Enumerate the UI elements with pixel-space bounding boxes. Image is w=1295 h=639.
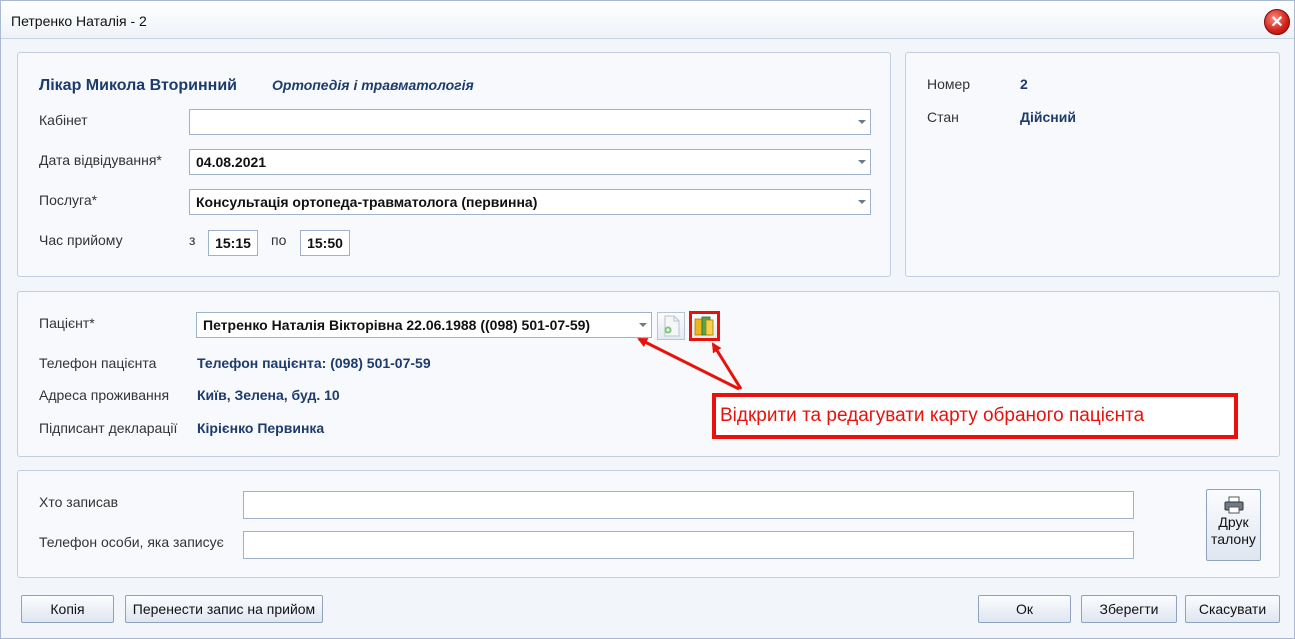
date-value: 04.08.2021: [196, 154, 267, 170]
ok-button[interactable]: Ок: [978, 595, 1071, 623]
time-to-label: по: [271, 232, 287, 248]
copy-button[interactable]: Копія: [21, 595, 114, 623]
window-title: Петренко Наталія - 2: [11, 13, 147, 29]
time-from-input[interactable]: 15:15: [208, 230, 258, 256]
address-value: Київ, Зелена, буд. 10: [197, 387, 340, 403]
patient-phone-label: Телефон пацієнта: [39, 355, 157, 371]
annotation-callout: Відкрити та редагувати карту обраного па…: [712, 393, 1238, 439]
print-ticket-label-2: талону: [1211, 531, 1256, 547]
chevron-down-icon[interactable]: [858, 120, 866, 124]
cancel-button[interactable]: Скасувати: [1185, 595, 1280, 623]
who-recorded-input[interactable]: [243, 491, 1134, 519]
signer-value: Кірієнко Первинка: [197, 420, 325, 436]
cabinet-label: Кабінет: [39, 112, 88, 128]
state-value: Дійсний: [1020, 109, 1076, 125]
save-button[interactable]: Зберегти: [1081, 595, 1177, 623]
doctor-specialty: Ортопедія і травматологія: [272, 77, 474, 93]
patient-card-book-icon: [694, 316, 714, 336]
print-ticket-label-1: Друк: [1218, 514, 1249, 530]
time-to-input[interactable]: 15:50: [300, 230, 350, 256]
chevron-down-icon[interactable]: [639, 323, 647, 327]
open-patient-card-button[interactable]: [689, 311, 720, 341]
date-select[interactable]: 04.08.2021: [189, 149, 871, 175]
recorder-panel: [17, 470, 1280, 578]
number-label: Номер: [927, 76, 971, 92]
print-ticket-button[interactable]: Друк талону: [1206, 489, 1261, 561]
appointment-window: Петренко Наталія - 2 ✕ Лікар Микола Втор…: [0, 0, 1295, 639]
who-recorded-label: Хто записав: [39, 494, 119, 510]
doctor-name: Лікар Микола Вторинний: [39, 77, 237, 94]
time-from-label: з: [189, 232, 196, 248]
recorder-phone-input[interactable]: [243, 531, 1134, 559]
title-bar: Петренко Наталія - 2 ✕: [1, 1, 1294, 39]
cabinet-select[interactable]: [189, 109, 871, 135]
number-value: 2: [1020, 76, 1028, 92]
recorder-phone-label: Телефон особи, яка записує: [39, 534, 224, 550]
move-to-reception-button[interactable]: Перенести запис на прийом: [125, 595, 323, 623]
service-label: Послуга*: [39, 192, 98, 208]
annotation-text: Відкрити та редагувати карту обраного па…: [720, 405, 1145, 426]
chevron-down-icon[interactable]: [858, 200, 866, 204]
new-document-icon: [664, 315, 680, 337]
service-select[interactable]: Консультація ортопеда-травматолога (перв…: [189, 189, 871, 215]
printer-icon: [1224, 496, 1243, 514]
signer-label: Підписант декларації: [39, 420, 178, 436]
state-label: Стан: [927, 109, 959, 125]
close-icon[interactable]: ✕: [1264, 9, 1290, 35]
patient-label: Пацієнт*: [39, 315, 95, 331]
patient-select[interactable]: Петренко Наталія Вікторівна 22.06.1988 (…: [196, 312, 652, 338]
chevron-down-icon[interactable]: [858, 160, 866, 164]
service-value: Консультація ортопеда-травматолога (перв…: [196, 194, 538, 210]
patient-value: Петренко Наталія Вікторівна 22.06.1988 (…: [203, 317, 591, 333]
patient-phone-value: Телефон пацієнта: (098) 501-07-59: [197, 355, 431, 371]
date-label: Дата відвідування*: [39, 152, 162, 168]
new-patient-card-button[interactable]: [657, 312, 685, 340]
address-label: Адреса проживання: [39, 387, 170, 403]
time-label: Час прийому: [39, 232, 123, 248]
